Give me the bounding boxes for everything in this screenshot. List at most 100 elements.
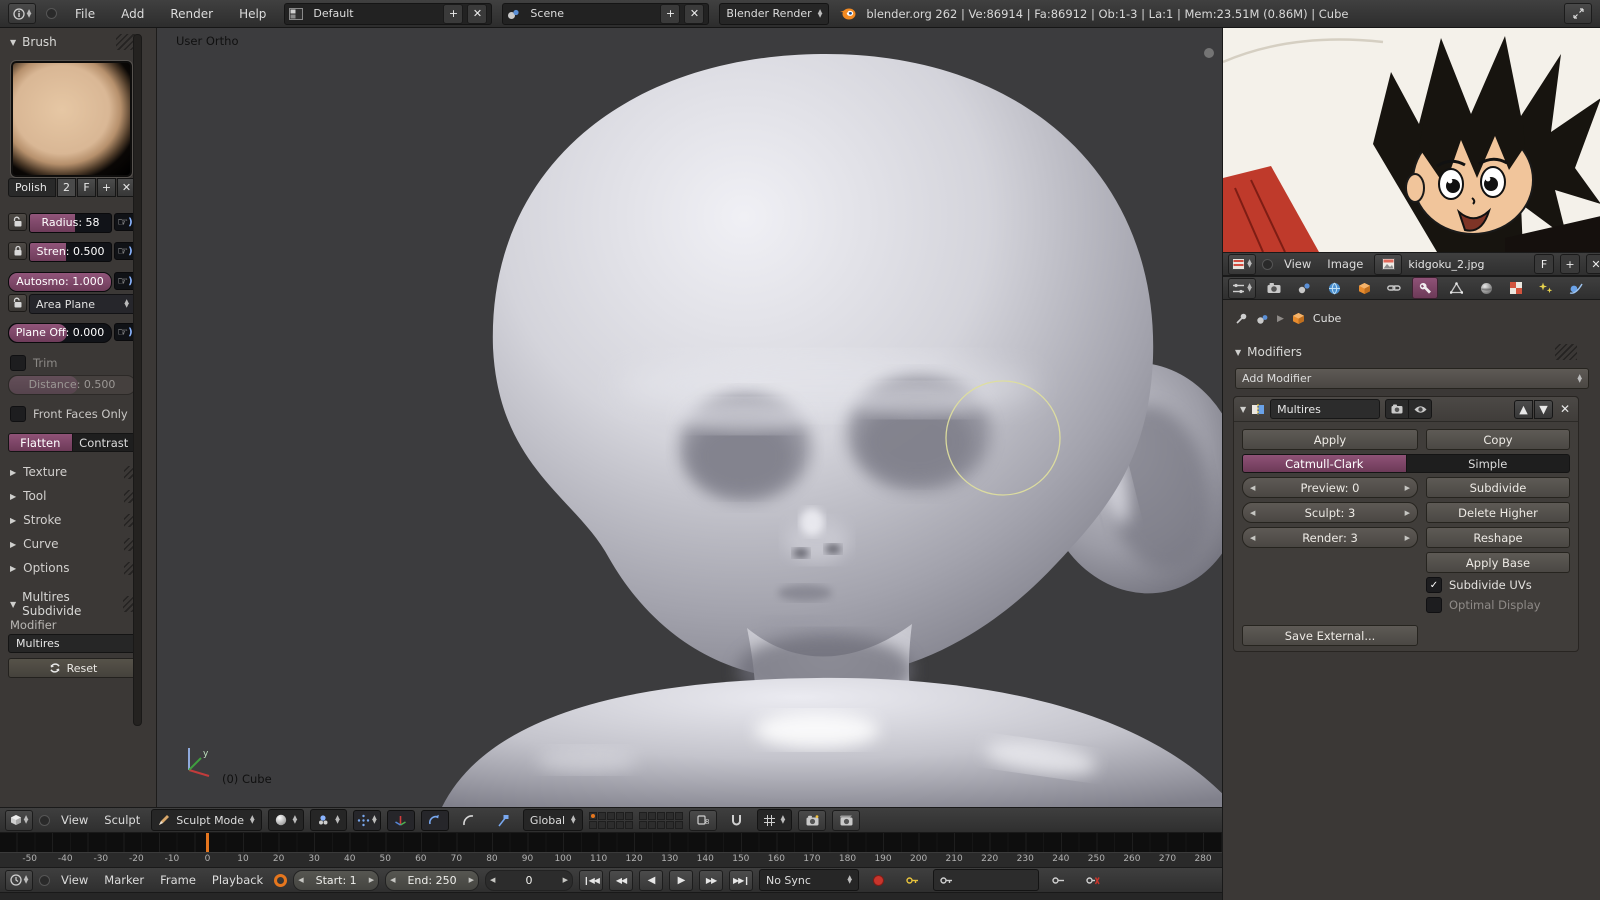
tab-render[interactable] — [1262, 278, 1286, 298]
transform-orientation-select[interactable]: Global ▲ ▼ — [522, 809, 583, 831]
menu-view[interactable]: View — [56, 873, 93, 887]
front-faces-checkbox[interactable] — [10, 406, 26, 422]
preview-level-field[interactable]: ◀ Preview: 0 ▶ — [1242, 477, 1418, 498]
stepper-left-icon[interactable]: ◀ — [1250, 484, 1255, 492]
stepper-right-icon[interactable]: ▶ — [469, 876, 474, 884]
mode-select[interactable]: Sculpt Mode ▲ ▼ — [151, 809, 262, 831]
tab-texture[interactable] — [1504, 278, 1528, 298]
viewport-3d[interactable]: User Ortho (0) Cube y — [157, 28, 1222, 807]
auto-keying-mode-button[interactable] — [899, 870, 927, 891]
scene-name[interactable]: Scene — [524, 7, 656, 20]
move-modifier-down-button[interactable]: ▼ — [1533, 399, 1553, 419]
radius-slider[interactable]: Radius: 58 — [29, 213, 112, 233]
sculpt-level-field[interactable]: ◀ Sculpt: 3 ▶ — [1242, 502, 1418, 523]
modifier-name-field[interactable]: Multires — [1270, 399, 1381, 419]
jump-to-end-button[interactable]: ▶▶❙ — [728, 869, 753, 891]
strength-slider[interactable]: Stren: 0.500 — [29, 242, 112, 262]
breadcrumb-object-name[interactable]: Cube — [1313, 312, 1341, 325]
stepper-left-icon[interactable]: ◀ — [1250, 509, 1255, 517]
tab-object-data[interactable] — [1444, 278, 1468, 298]
save-external-button[interactable]: Save External... — [1242, 625, 1418, 646]
delete-layout-button[interactable]: ✕ — [467, 3, 488, 24]
sculpt-plane-select[interactable]: Area Plane ▲ ▼ — [29, 294, 136, 314]
multires-subdivide-panel-header[interactable]: ▼ Multires Subdivide — [10, 590, 142, 618]
collapse-menus-toggle[interactable] — [1262, 258, 1273, 270]
viewport-shading-select[interactable]: ▲ ▼ — [267, 809, 305, 831]
editor-type-info-button[interactable]: ▲ ▼ — [8, 3, 36, 24]
stepper-left-icon[interactable]: ◀ — [390, 876, 395, 884]
collapse-menus-toggle[interactable] — [46, 8, 57, 19]
add-modifier-select[interactable]: Add Modifier ▲ ▼ — [1235, 368, 1589, 389]
triangle-down-icon[interactable]: ▼ — [1240, 405, 1246, 414]
menu-frame[interactable]: Frame — [155, 873, 201, 887]
add-brush-button[interactable]: + — [97, 178, 116, 197]
tab-object[interactable] — [1352, 278, 1376, 298]
brush-name-field[interactable]: Polish — [8, 178, 56, 197]
menu-marker[interactable]: Marker — [99, 873, 149, 887]
contrast-toggle[interactable]: Contrast — [72, 433, 136, 452]
menu-playback[interactable]: Playback — [207, 873, 268, 887]
collapse-menus-toggle[interactable] — [39, 814, 50, 826]
plane-lock-button[interactable] — [8, 294, 27, 312]
curve-section-header[interactable]: ▶ Curve — [10, 537, 142, 551]
plane-offset-slider[interactable]: Plane Off: 0.000 — [8, 323, 112, 343]
object-cube-icon[interactable] — [1292, 312, 1305, 325]
record-button[interactable] — [865, 870, 893, 891]
play-reverse-button[interactable]: ◀ — [638, 869, 663, 891]
add-layout-button[interactable]: + — [443, 3, 464, 24]
image-fake-user-button[interactable]: F — [1534, 254, 1554, 274]
texture-section-header[interactable]: ▶ Texture — [10, 465, 142, 479]
manipulator-extra-button[interactable] — [489, 810, 517, 831]
manipulator-scale-button[interactable] — [455, 810, 483, 831]
menu-render[interactable]: Render — [162, 7, 221, 21]
timeline-track[interactable] — [0, 833, 1222, 852]
timeline-ruler[interactable]: -50 -40 -30 -20 -10 0 10 20 30 40 50 60 70 80 90 100 110… — [0, 852, 1222, 868]
reference-image-view[interactable] — [1223, 28, 1600, 252]
play-button[interactable]: ▶ — [668, 869, 693, 891]
trim-checkbox[interactable] — [10, 355, 26, 371]
editor-type-properties-button[interactable]: ▲ ▼ — [1228, 277, 1256, 299]
collapse-menus-toggle[interactable] — [39, 874, 50, 886]
stepper-right-icon[interactable]: ▶ — [369, 876, 374, 884]
optimal-display-checkbox[interactable] — [1426, 597, 1442, 613]
tab-render-layers[interactable] — [1292, 278, 1316, 298]
current-frame-field[interactable]: ◀ 0 ▶ — [484, 869, 573, 891]
delete-higher-button[interactable]: Delete Higher — [1426, 502, 1570, 523]
modifiers-panel-header[interactable]: ▼ Modifiers — [1235, 344, 1585, 360]
fake-user-button[interactable]: F — [77, 178, 96, 197]
scene-field[interactable]: Scene + ✕ — [502, 2, 710, 25]
render-visibility-toggle[interactable] — [1385, 399, 1410, 419]
manipulator-translate-button[interactable] — [386, 809, 415, 831]
delete-scene-button[interactable]: ✕ — [684, 3, 705, 24]
move-modifier-up-button[interactable]: ▲ — [1513, 399, 1533, 419]
render-level-field[interactable]: ◀ Render: 3 ▶ — [1242, 527, 1418, 548]
stepper-right-icon[interactable]: ▶ — [1405, 509, 1410, 517]
layer-grid[interactable] — [638, 811, 683, 829]
brush-preview-thumbnail[interactable] — [10, 60, 133, 178]
frame-start-field[interactable]: ◀ Start: 1 ▶ — [293, 869, 380, 891]
add-scene-button[interactable]: + — [660, 3, 681, 24]
menu-image[interactable]: Image — [1322, 257, 1368, 271]
window-fullscreen-button[interactable] — [1564, 3, 1592, 24]
stepper-left-icon[interactable]: ◀ — [1250, 534, 1255, 542]
editor-type-timeline-button[interactable]: ▲ ▼ — [5, 869, 33, 891]
tool-shelf-scrollbar[interactable] — [133, 34, 142, 726]
insert-keyframe-button[interactable] — [1045, 870, 1073, 891]
keying-set-field[interactable] — [932, 869, 1039, 891]
autosmooth-slider[interactable]: Autosmo: 1.000 — [8, 272, 112, 292]
modifier-name-field[interactable]: Multires — [8, 634, 138, 653]
layer-grid[interactable] — [588, 811, 633, 829]
pivot-point-select[interactable]: ▲ ▼ — [310, 809, 347, 831]
stroke-section-header[interactable]: ▶ Stroke — [10, 513, 142, 527]
catmull-clark-toggle[interactable]: Catmull-Clark — [1242, 454, 1407, 473]
unified-strength-lock-button[interactable] — [8, 242, 27, 260]
tab-physics[interactable] — [1564, 278, 1588, 298]
render-engine-select[interactable]: Blender Render ▲ ▼ — [719, 2, 830, 25]
new-image-button[interactable]: + — [1560, 254, 1580, 274]
simple-toggle[interactable]: Simple — [1406, 454, 1570, 473]
stepper-left-icon[interactable]: ◀ — [490, 876, 495, 884]
copy-button[interactable]: Copy — [1426, 429, 1570, 450]
manipulator-toggle-button[interactable]: ▲ ▼ — [352, 809, 381, 831]
menu-file[interactable]: File — [67, 7, 103, 21]
tab-particles[interactable] — [1534, 278, 1558, 298]
